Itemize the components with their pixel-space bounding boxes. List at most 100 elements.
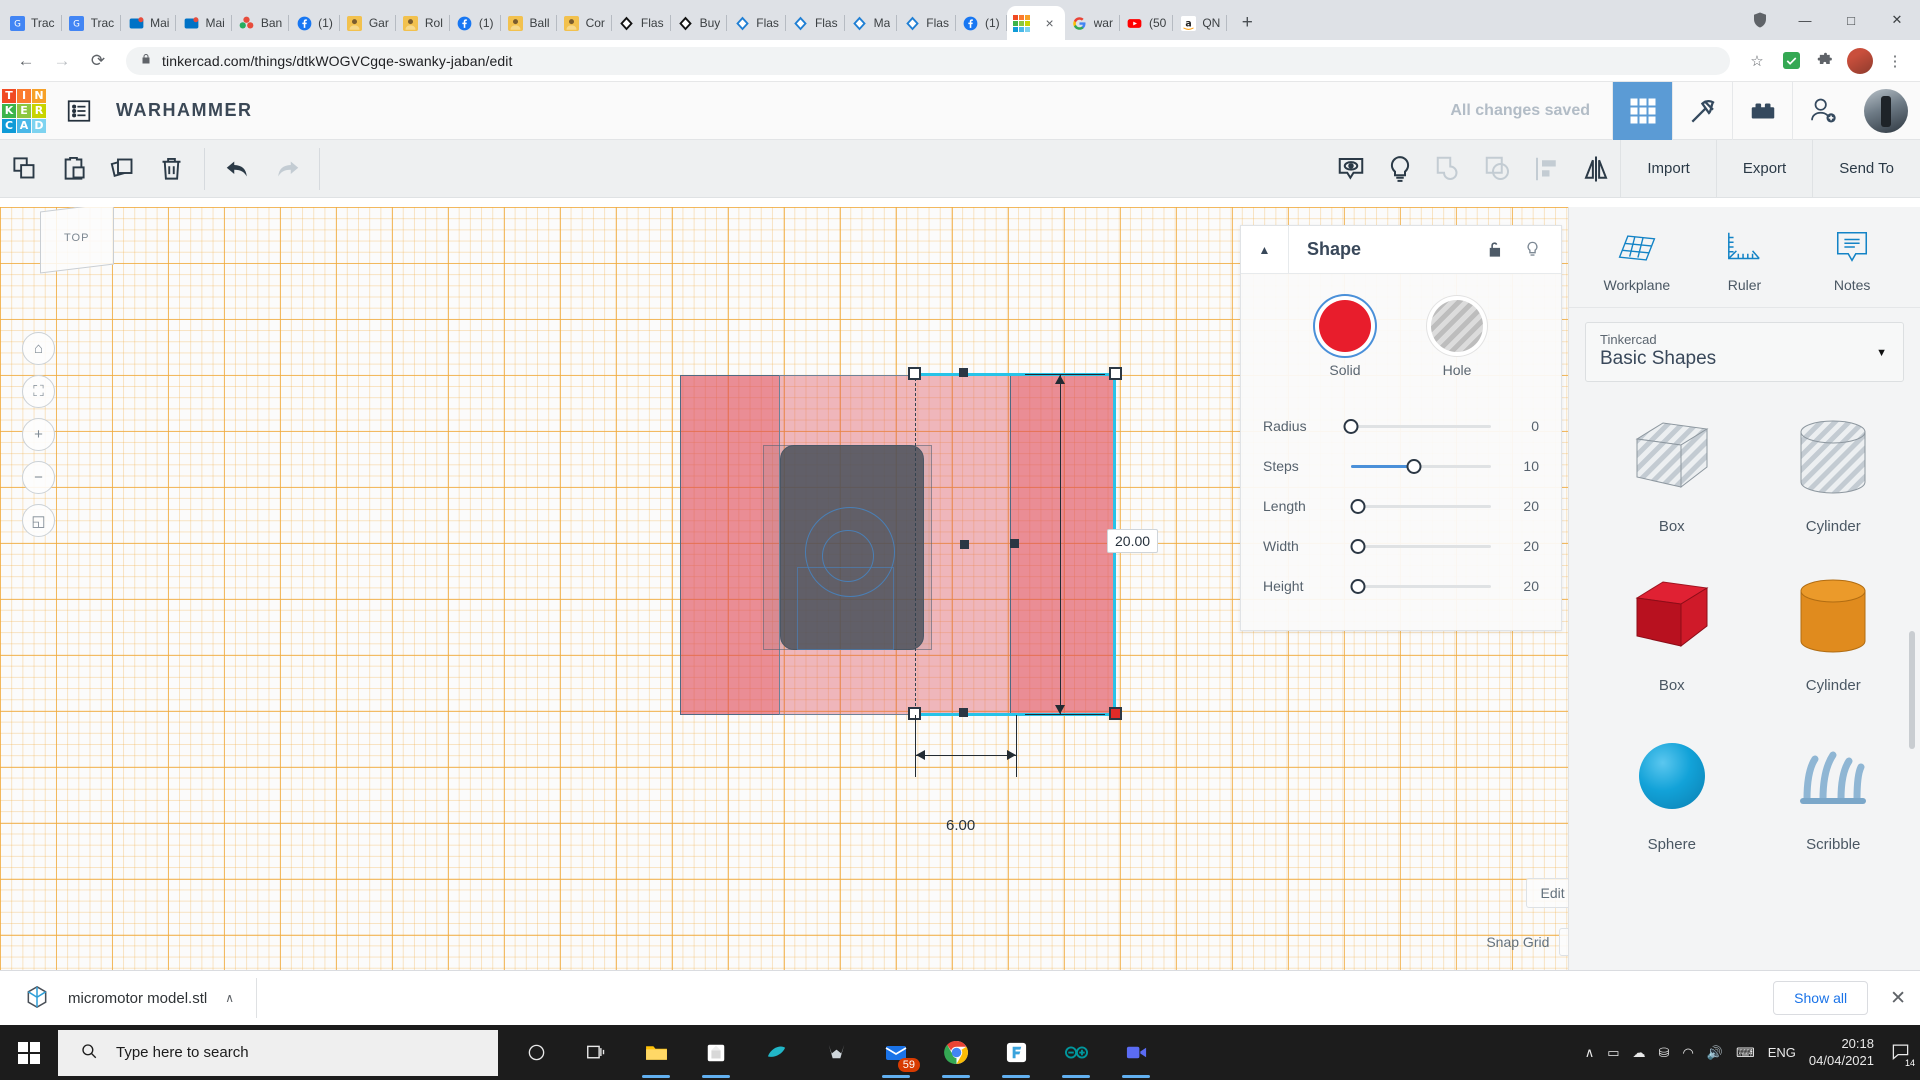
undo-button[interactable]: [213, 140, 262, 197]
import-button[interactable]: Import: [1620, 140, 1716, 197]
slider-knob[interactable]: [1350, 578, 1366, 594]
duplicate-button[interactable]: [98, 140, 147, 197]
bookmark-star-icon[interactable]: ☆: [1742, 46, 1772, 76]
pickaxe-icon[interactable]: [1672, 81, 1732, 140]
task-view-icon[interactable]: [566, 1025, 626, 1080]
parameter-slider[interactable]: [1351, 458, 1491, 474]
slider-knob[interactable]: [1406, 458, 1422, 474]
parameter-slider[interactable]: [1350, 578, 1491, 594]
download-item[interactable]: micromotor model.stl ∧: [14, 978, 257, 1018]
show-all-button[interactable]: Show all: [1773, 981, 1869, 1015]
browser-tab[interactable]: (1): [289, 6, 340, 40]
extension-puzzle-icon[interactable]: [1810, 46, 1840, 76]
resize-handle-bottom-right[interactable]: [1109, 707, 1122, 720]
browser-tab[interactable]: (50: [1120, 6, 1174, 40]
solid-mode-option[interactable]: Solid: [1319, 300, 1371, 378]
address-bar[interactable]: tinkercad.com/things/dtkWOGVCgqe-swanky-…: [126, 46, 1730, 75]
lightbulb-icon[interactable]: [1513, 226, 1551, 274]
infinity-app-icon[interactable]: [1046, 1025, 1106, 1080]
browser-tab[interactable]: (1): [956, 6, 1007, 40]
collapse-panel-button[interactable]: ▲: [1241, 225, 1289, 274]
resize-handle-top-right[interactable]: [1109, 367, 1122, 380]
align-icon[interactable]: [1522, 140, 1571, 197]
wifi-icon[interactable]: ◠: [1682, 1045, 1693, 1061]
browser-tab[interactable]: Ban: [232, 6, 290, 40]
shape-library-item[interactable]: Box: [1591, 402, 1753, 535]
shape-library-item[interactable]: Sphere: [1591, 720, 1753, 853]
browser-tab[interactable]: war: [1065, 6, 1120, 40]
sidebar-item-ruler[interactable]: Ruler: [1698, 225, 1790, 293]
hole-mode-option[interactable]: Hole: [1431, 300, 1483, 378]
export-button[interactable]: Export: [1715, 140, 1813, 197]
view-cube[interactable]: TOP: [40, 207, 114, 274]
zoom-in-button[interactable]: +: [22, 418, 55, 451]
browser-tab[interactable]: ×: [1006, 6, 1065, 40]
browser-tab[interactable]: Ball: [501, 6, 557, 40]
fit-view-button[interactable]: ⛶: [22, 375, 55, 408]
language-indicator[interactable]: ENG: [1768, 1045, 1796, 1060]
keyboard-lang-icon[interactable]: ⌨: [1736, 1045, 1755, 1061]
taskbar-clock[interactable]: 20:18 04/04/2021: [1809, 1036, 1874, 1070]
ortho-view-button[interactable]: ◱: [22, 504, 55, 537]
lightbulb-icon[interactable]: [1375, 140, 1424, 197]
browser-tab[interactable]: G Trac: [62, 6, 122, 40]
slider-knob[interactable]: [1343, 418, 1359, 434]
home-view-button[interactable]: ⌂: [22, 332, 55, 365]
cortana-icon[interactable]: [506, 1025, 566, 1080]
list-menu-icon[interactable]: [62, 94, 96, 128]
group-icon[interactable]: [1424, 140, 1473, 197]
eye-callout-icon[interactable]: [1326, 140, 1375, 197]
user-avatar[interactable]: [1864, 88, 1908, 133]
onedrive-icon[interactable]: ☁: [1633, 1045, 1646, 1061]
new-tab-button[interactable]: +: [1233, 9, 1261, 37]
parameter-value[interactable]: 20: [1503, 578, 1539, 594]
send-to-button[interactable]: Send To: [1812, 140, 1920, 197]
chrome-icon[interactable]: [926, 1025, 986, 1080]
browser-tab[interactable]: Rol: [396, 6, 450, 40]
close-icon[interactable]: ×: [1042, 15, 1058, 31]
delete-button[interactable]: [147, 140, 196, 197]
unlock-icon[interactable]: [1475, 226, 1513, 274]
browser-tab[interactable]: (1): [450, 6, 501, 40]
browser-tab[interactable]: a QN: [1173, 6, 1228, 40]
redo-button[interactable]: [262, 140, 311, 197]
parameter-slider[interactable]: [1350, 498, 1491, 514]
edge-handle-top[interactable]: [959, 368, 968, 377]
back-button[interactable]: ←: [10, 45, 42, 77]
browser-tab[interactable]: Flas: [727, 6, 786, 40]
grid-view-icon[interactable]: [1612, 81, 1672, 140]
close-download-bar-button[interactable]: ✕: [1890, 987, 1906, 1010]
video-app-icon[interactable]: [1106, 1025, 1166, 1080]
parameter-value[interactable]: 0: [1503, 418, 1539, 434]
shape-library-item[interactable]: Cylinder: [1753, 402, 1915, 535]
parameter-value[interactable]: 10: [1503, 458, 1539, 474]
reload-button[interactable]: ⟳: [82, 45, 114, 77]
game-app-icon[interactable]: [806, 1025, 866, 1080]
parameter-slider[interactable]: [1343, 418, 1491, 434]
battery-icon[interactable]: ▭: [1607, 1045, 1619, 1061]
tinkercad-logo[interactable]: TIN KER CAD: [2, 88, 46, 133]
browser-tab[interactable]: Buy: [671, 6, 728, 40]
paste-button[interactable]: [49, 140, 98, 197]
sidebar-scrollbar[interactable]: [1909, 631, 1915, 749]
sidebar-item-workplane[interactable]: Workplane: [1591, 225, 1683, 293]
profile-avatar[interactable]: [1847, 47, 1873, 74]
file-explorer-icon[interactable]: [626, 1025, 686, 1080]
browser-tab[interactable]: Flas: [786, 6, 845, 40]
resize-handle-top-left[interactable]: [908, 367, 921, 380]
blocks-icon[interactable]: [1732, 81, 1792, 140]
browser-tab[interactable]: Gar: [340, 6, 396, 40]
usb-icon[interactable]: ⛁: [1659, 1045, 1670, 1061]
sidebar-item-notes[interactable]: Notes: [1806, 225, 1898, 293]
volume-icon[interactable]: 🔊: [1707, 1045, 1723, 1061]
extension-check-icon[interactable]: [1776, 46, 1806, 76]
chrome-menu-icon[interactable]: ⋮: [1880, 46, 1910, 76]
shape-library-item[interactable]: Scribble: [1753, 720, 1915, 853]
maximize-button[interactable]: □: [1828, 4, 1874, 36]
store-icon[interactable]: [686, 1025, 746, 1080]
parameter-value[interactable]: 20: [1503, 538, 1539, 554]
browser-tab[interactable]: Flas: [612, 6, 671, 40]
browser-tab[interactable]: G Trac: [2, 6, 62, 40]
browser-tab[interactable]: Cor: [557, 6, 612, 40]
edge-handle-center[interactable]: [960, 540, 969, 549]
